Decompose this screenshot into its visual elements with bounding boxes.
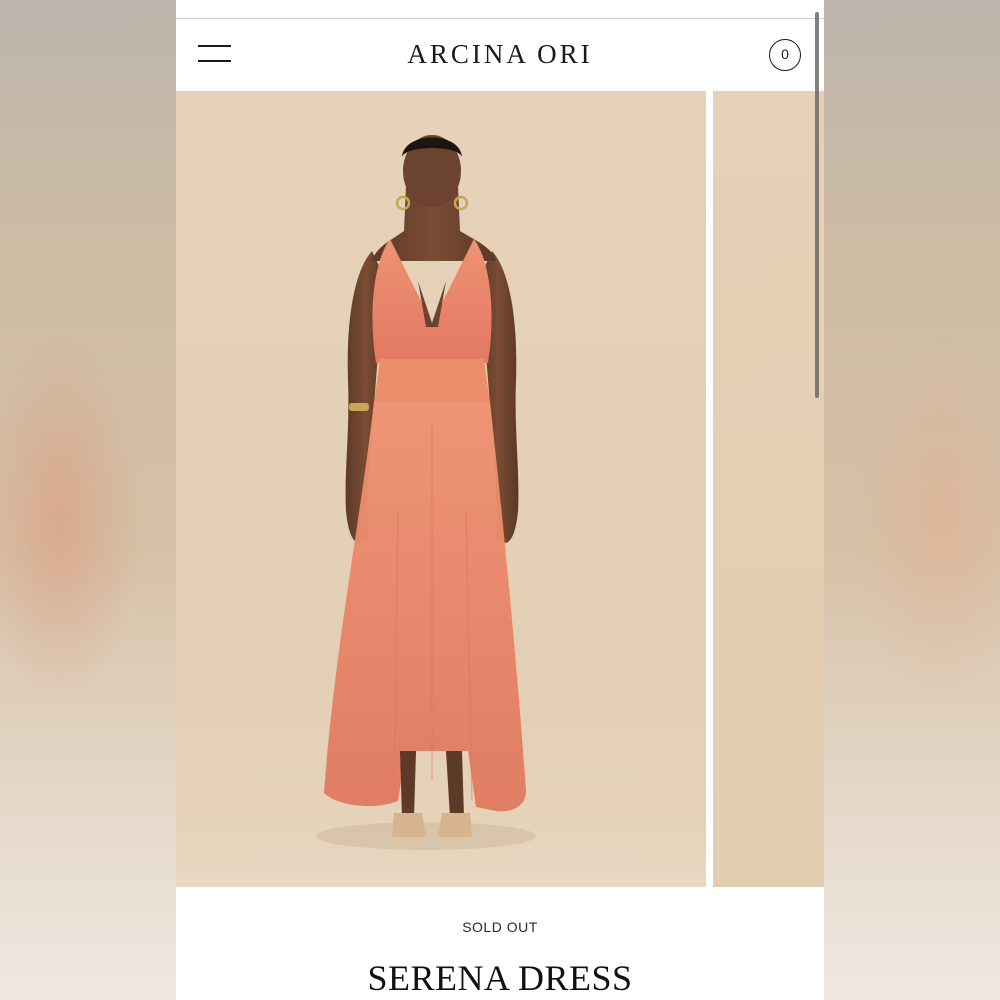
sold-out-badge: SOLD OUT	[462, 919, 538, 935]
page-scrollbar[interactable]	[815, 12, 819, 398]
product-image-main[interactable]	[176, 91, 706, 887]
brand-logo[interactable]: ARCINA ORI	[176, 39, 824, 70]
product-image-next[interactable]	[713, 91, 824, 887]
model-photo	[176, 135, 706, 887]
site-header: ARCINA ORI 0	[176, 19, 824, 91]
announcement-bar	[176, 0, 824, 19]
product-gallery[interactable]	[176, 91, 824, 887]
product-info: SOLD OUT SERENA DRESS	[176, 887, 824, 1000]
product-title: SERENA DRESS	[367, 958, 633, 998]
cart-icon[interactable]: 0	[769, 39, 801, 71]
mobile-page: ARCINA ORI 0 SOLD OUT SERENA DRESS	[176, 0, 824, 1000]
